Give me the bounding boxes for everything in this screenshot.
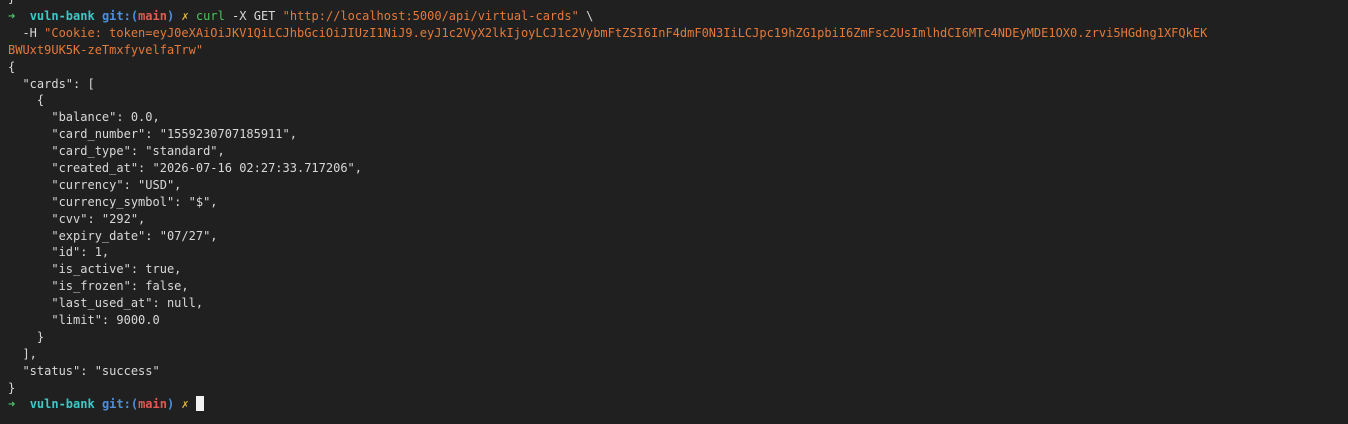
output-line: "status": "success" xyxy=(8,363,160,378)
output-line: "card_type": "standard", xyxy=(8,144,225,159)
prompt-directory: vuln-bank xyxy=(29,397,95,412)
prompt-git-open: git:( xyxy=(101,397,139,412)
prompt-git-close: ) xyxy=(166,9,175,23)
command-args: -X GET xyxy=(224,9,283,23)
prompt-branch: main xyxy=(138,397,167,412)
terminal-window[interactable]: } ➜ vuln-bank git:(main) ✗ curl -X GET "… xyxy=(0,0,1348,424)
prompt-arrow-icon: ➜ xyxy=(8,9,16,23)
terminal-output: ➜ vuln-bank git:(main) ✗ curl -X GET "ht… xyxy=(8,8,1348,413)
header-flag: -H xyxy=(8,25,45,40)
command-url: "http://localhost:5000/api/virtual-cards… xyxy=(282,9,579,23)
cookie-header-part1: "Cookie: token=eyJ0eXAiOiJKV1QiLCJhbGciO… xyxy=(44,25,1208,40)
json-output: { "cards": [ { "balance": 0.0, "card_num… xyxy=(8,59,1348,397)
prompt-git-close: ) xyxy=(166,397,175,412)
command-prompt-line: ➜ vuln-bank git:(main) ✗ curl -X GET "ht… xyxy=(8,8,1348,25)
prompt-git-open: git:( xyxy=(101,9,139,23)
output-line: } xyxy=(8,380,16,395)
command-continuation: \ xyxy=(578,9,594,23)
output-line: "created_at": "2026-07-16 02:27:33.71720… xyxy=(8,161,363,176)
command-header-line: -H "Cookie: token=eyJ0eXAiOiJKV1QiLCJhbG… xyxy=(8,25,1348,42)
output-line: "limit": 9000.0 xyxy=(8,313,160,328)
output-line: { xyxy=(8,93,45,108)
active-prompt-line[interactable]: ➜ vuln-bank git:(main) ✗ xyxy=(8,396,1348,413)
output-line: "id": 1, xyxy=(8,245,110,260)
prompt-dirty-icon: ✗ xyxy=(181,9,189,23)
output-line: "currency": "USD", xyxy=(8,177,182,192)
output-line: "currency_symbol": "$", xyxy=(8,194,218,209)
cookie-header-part2: BWUxt9UK5K-zeTmxfyvelfaTrw" xyxy=(8,42,204,57)
output-line: "expiry_date": "07/27", xyxy=(8,228,218,243)
output-line: } xyxy=(8,329,45,344)
output-line: "last_used_at": null, xyxy=(8,296,204,311)
output-line: "cvv": "292", xyxy=(8,211,146,226)
command-header-wrap-line: BWUxt9UK5K-zeTmxfyvelfaTrw" xyxy=(8,42,1348,59)
output-line: "is_frozen": false, xyxy=(8,279,189,294)
output-line: { xyxy=(8,59,16,74)
output-line: "card_number": "1559230707185911", xyxy=(8,127,297,142)
scrollback-line: } xyxy=(8,0,15,7)
prompt-branch: main xyxy=(138,9,167,23)
prompt-dirty-icon: ✗ xyxy=(181,397,189,412)
prompt-arrow-icon: ➜ xyxy=(8,397,16,412)
output-line: "is_active": true, xyxy=(8,262,182,277)
output-line: "balance": 0.0, xyxy=(8,110,160,125)
command-name: curl xyxy=(195,9,225,23)
text-cursor[interactable] xyxy=(195,396,204,412)
output-line: ], xyxy=(8,346,37,361)
prompt-directory: vuln-bank xyxy=(29,9,95,23)
output-line: "cards": [ xyxy=(8,76,95,91)
